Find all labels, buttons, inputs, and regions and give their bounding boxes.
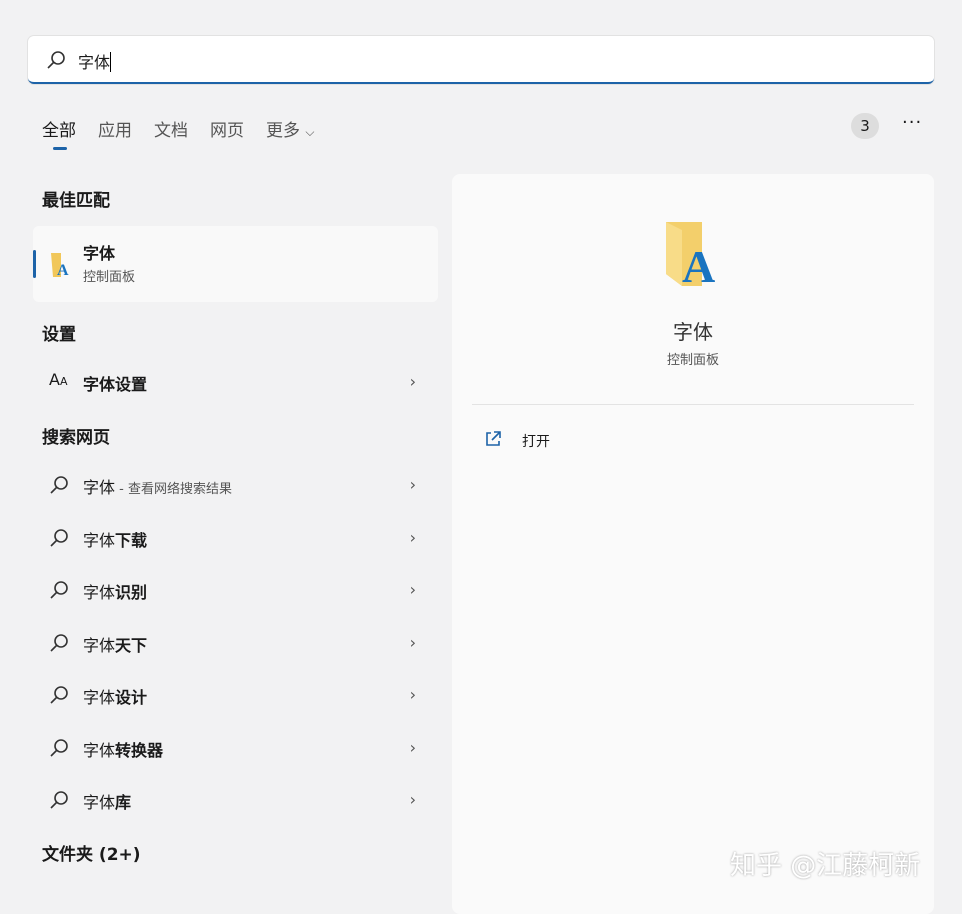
search-value: 字体 — [78, 53, 111, 72]
fonts-folder-large-icon: A — [666, 222, 715, 290]
web-search-item[interactable]: 字体转换器 › — [33, 728, 438, 768]
label-part-bold: 下载 — [115, 530, 148, 550]
label-part: 字体 — [83, 635, 116, 655]
label-part: 字体 — [83, 478, 116, 497]
tab-all[interactable]: 全部 — [42, 116, 76, 150]
settings-heading: 设置 — [42, 325, 76, 345]
open-action[interactable]: 打开 — [484, 430, 550, 452]
label-part: 字体 — [83, 688, 116, 707]
chevron-right-icon: › — [409, 685, 416, 704]
chevron-right-icon: › — [409, 580, 416, 599]
open-label: 打开 — [522, 434, 550, 450]
label-part-bold: 转换器 — [115, 740, 164, 760]
label-part-bold: 识别 — [115, 583, 148, 602]
detail-subtitle: 控制面板 — [666, 353, 719, 368]
tab-more[interactable]: 更多 ⌵ — [266, 116, 315, 141]
label-suffix: - 查看网络搜索结果 — [115, 482, 232, 497]
best-match-heading: 最佳匹配 — [42, 191, 110, 211]
tab-documents[interactable]: 文档 — [154, 116, 188, 141]
svg-text:A: A — [682, 241, 715, 290]
search-input[interactable]: 字体 — [28, 36, 934, 84]
chevron-right-icon: › — [409, 372, 416, 391]
label-part: 字体 — [83, 530, 116, 550]
web-search-item[interactable]: 字体天下 › — [33, 623, 438, 663]
best-match-subtitle: 控制面板 — [83, 270, 136, 285]
chevron-right-icon: › — [409, 527, 416, 547]
font-settings-icon: AA — [49, 370, 68, 389]
best-match-item[interactable]: A 字体 控制面板 — [33, 226, 438, 302]
web-search-item[interactable]: 字体下载 › — [33, 518, 438, 558]
best-match-title: 字体 — [83, 244, 116, 263]
settings-item-font-settings[interactable]: AA 字体设置 › — [33, 362, 438, 402]
watermark: 知乎 @江藤柯新 — [730, 851, 921, 881]
web-search-item[interactable]: 字体库 › — [33, 780, 438, 820]
label-part: 字体 — [83, 375, 116, 394]
web-search-heading: 搜索网页 — [42, 428, 110, 448]
more-options-button[interactable]: ··· — [902, 112, 922, 133]
search-icon — [50, 686, 68, 704]
chevron-right-icon: › — [409, 632, 416, 652]
tab-apps[interactable]: 应用 — [98, 116, 132, 141]
search-icon — [50, 738, 68, 757]
label-part-bold: 天下 — [115, 635, 148, 655]
label-part: 字体 — [83, 740, 116, 760]
label-part-bold: 库 — [115, 793, 132, 812]
web-search-item[interactable]: 字体 - 查看网络搜索结果 › — [33, 465, 438, 505]
search-icon — [50, 528, 68, 547]
chevron-right-icon: › — [409, 475, 416, 494]
search-icon — [47, 51, 65, 69]
search-icon — [50, 476, 68, 494]
detail-title: 字体 — [673, 320, 713, 344]
filter-tabs: 全部 应用 文档 网页 更多 ⌵ — [42, 116, 315, 150]
chevron-right-icon: › — [409, 790, 416, 809]
open-external-icon — [486, 431, 501, 446]
detail-panel: A 字体 控制面板 打开 — [452, 174, 934, 914]
search-icon — [50, 581, 68, 599]
label-part: 字体 — [83, 793, 116, 812]
rewards-badge[interactable]: 3 — [851, 113, 879, 139]
label-part-bold: 设置 — [115, 375, 148, 394]
svg-text:A: A — [57, 262, 69, 279]
divider — [472, 404, 914, 405]
folders-heading[interactable]: 文件夹 (2+) — [42, 840, 141, 865]
web-search-item[interactable]: 字体识别 › — [33, 570, 438, 610]
label-part: 字体 — [83, 583, 116, 602]
label-part-bold: 设计 — [115, 688, 148, 707]
tab-more-label: 更多 — [266, 121, 300, 141]
tab-web[interactable]: 网页 — [210, 116, 244, 141]
search-icon — [50, 633, 68, 652]
search-icon — [50, 791, 68, 809]
chevron-right-icon: › — [409, 737, 416, 757]
web-search-item[interactable]: 字体设计 › — [33, 675, 438, 715]
selection-indicator — [33, 250, 36, 278]
fonts-folder-icon: A — [51, 253, 69, 279]
chevron-down-icon: ⌵ — [305, 125, 315, 139]
